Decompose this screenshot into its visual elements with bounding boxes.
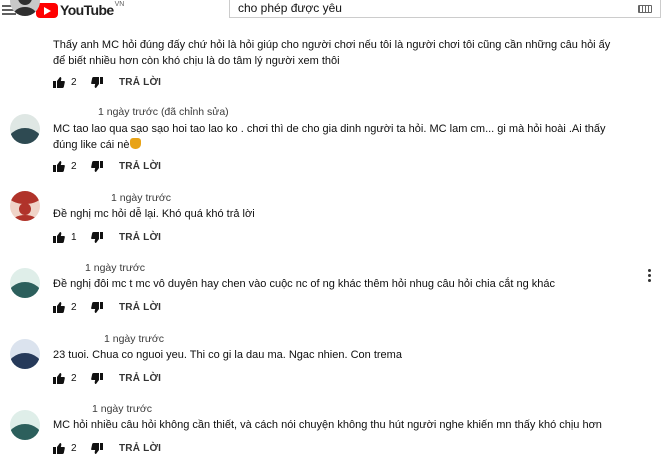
dislike-icon[interactable] [91,76,103,88]
comment-actions: 2 TRẢ LỜI [53,300,161,314]
comment-text: Thấy anh MC hỏi đúng đấy chứ hỏi là hỏi … [53,39,611,67]
like-count: 2 [71,160,77,172]
youtube-logo[interactable]: YouTube VN [36,1,125,18]
comment-timestamp[interactable]: 1 ngày trước [85,262,145,274]
more-options-icon[interactable] [647,269,651,285]
reply-button[interactable]: TRẢ LỜI [119,161,161,172]
comment-timestamp[interactable]: 1 ngày trước [104,333,164,345]
logo-text: YouTube [60,2,114,18]
comment-text: MC tao lao qua sạo sạo hoi tao lao ko . … [53,121,623,153]
comment-text: MC hỏi nhiều câu hỏi không cần thiết, và… [53,419,602,431]
dislike-icon[interactable] [91,160,103,172]
avatar[interactable] [10,339,40,369]
reply-button[interactable]: TRẢ LỜI [119,232,161,243]
logo-region: VN [114,1,125,8]
dislike-icon[interactable] [91,301,103,313]
avatar[interactable] [10,410,40,440]
comment-text: Đề nghị mc hỏi dễ lại. Khó quá khó trả l… [53,208,255,220]
search-box[interactable]: cho phép được yêu [229,0,661,18]
comment-text: 23 tuoi. Chua co nguoi yeu. Thi co gi la… [53,349,402,361]
reply-button[interactable]: TRẢ LỜI [119,443,161,454]
comment-actions: 2 TRẢ LỜI [53,371,161,385]
like-count: 2 [71,442,77,454]
reply-button[interactable]: TRẢ LỜI [119,373,161,384]
reply-button[interactable]: TRẢ LỜI [119,302,161,313]
comment-actions: 2 TRẢ LỜI [53,159,161,173]
dislike-icon[interactable] [91,442,103,454]
like-count: 2 [71,372,77,384]
like-icon[interactable] [53,160,65,172]
avatar[interactable] [10,114,40,144]
comment-timestamp[interactable]: 1 ngày trước [92,403,152,415]
search-input[interactable]: cho phép được yêu [238,1,342,15]
dislike-icon[interactable] [91,231,103,243]
like-icon[interactable] [53,301,65,313]
like-count: 2 [71,76,77,88]
reply-button[interactable]: TRẢ LỜI [119,77,161,88]
top-bar: YouTube VN cho phép được yêu [0,0,665,20]
keyboard-icon[interactable] [638,5,652,13]
dislike-icon[interactable] [91,372,103,384]
avatar[interactable] [10,268,40,298]
comment-timestamp[interactable]: 1 ngày trước [111,192,171,204]
comment-actions: 1 TRẢ LỜI [53,230,161,244]
comment-actions: 2 TRẢ LỜI [53,75,161,89]
comment-timestamp[interactable]: 1 ngày trước (đã chỉnh sửa) [98,106,229,118]
hand-emoji-icon [130,138,142,149]
comment-text: Đề nghị đôi mc t mc vô duyên hay chen và… [53,278,556,290]
like-icon[interactable] [53,442,65,454]
like-count: 1 [71,231,77,243]
like-icon[interactable] [53,76,65,88]
avatar[interactable] [10,191,40,221]
comment-actions: 2 TRẢ LỜI [53,441,161,455]
like-icon[interactable] [53,231,65,243]
like-count: 2 [71,301,77,313]
like-icon[interactable] [53,372,65,384]
